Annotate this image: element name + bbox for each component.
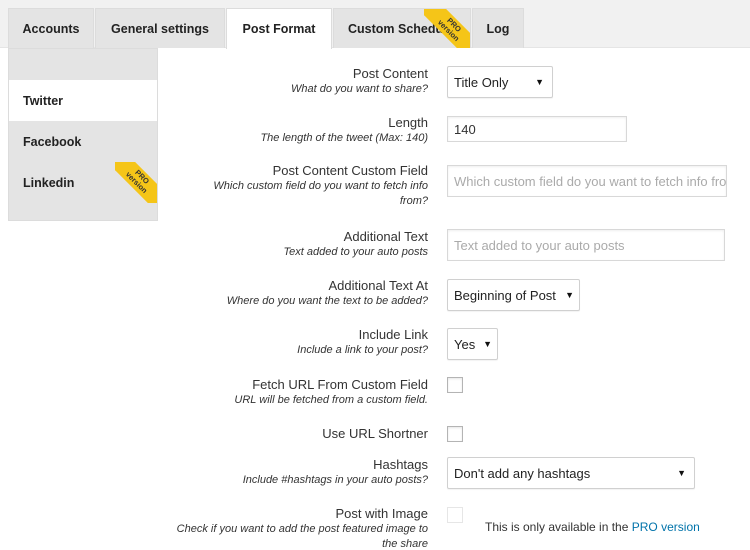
post-content-select[interactable]: Title Only ▼: [447, 66, 553, 98]
fetch-url-desc: URL will be fetched from a custom field.: [234, 394, 428, 406]
additional-text-input[interactable]: Text added to your auto posts: [447, 229, 725, 261]
include-link-desc: Include a link to your post?: [297, 344, 428, 356]
url-shortner-label: Use URL Shortner: [322, 426, 428, 441]
custom-field-label: Post Content Custom Field: [272, 163, 428, 178]
chevron-down-icon: ▼: [535, 77, 544, 87]
pro-ribbon-line2: version: [123, 169, 150, 196]
pro-version-link[interactable]: PRO version: [632, 520, 700, 534]
length-desc: The length of the tweet (Max: 140): [260, 132, 428, 144]
additional-text-at-label: Additional Text At: [328, 278, 429, 293]
tab-accounts-label: Accounts: [22, 21, 80, 36]
post-with-image-checkbox: [447, 507, 463, 523]
include-link-label: Include Link: [358, 327, 428, 342]
sidebar-item-label: Linkedin: [23, 175, 75, 190]
fetch-url-label: Fetch URL From Custom Field: [252, 377, 428, 392]
tab-general-settings-label: General settings: [111, 21, 209, 36]
tab-custom-schedule-label: Custom Schedule: [348, 21, 454, 36]
post-content-desc: What do you want to share?: [291, 83, 428, 95]
tab-post-format[interactable]: Post Format: [226, 8, 332, 49]
additional-text-at-desc: Where do you want the text to be added?: [226, 295, 428, 307]
additional-text-placeholder: Text added to your auto posts: [454, 237, 625, 253]
tab-custom-schedule[interactable]: Custom Schedule PRO version: [333, 8, 471, 48]
tab-post-format-label: Post Format: [242, 22, 316, 36]
length-value: 140: [454, 121, 476, 137]
url-shortner-checkbox[interactable]: [447, 426, 463, 442]
chevron-down-icon: ▼: [677, 468, 686, 478]
length-label: Length: [388, 115, 428, 130]
post-with-image-desc: Check if you want to add the post featur…: [176, 523, 428, 550]
post-content-label: Post Content: [352, 66, 428, 81]
tab-log[interactable]: Log: [472, 8, 524, 48]
hashtags-select[interactable]: Don't add any hashtags ▼: [447, 457, 695, 489]
custom-field-desc: Which custom field do you want to fetch …: [213, 180, 428, 207]
chevron-down-icon: ▼: [565, 290, 574, 300]
tab-general-settings[interactable]: General settings: [95, 8, 225, 48]
fetch-url-checkbox[interactable]: [447, 377, 463, 393]
pro-only-note: This is only available in the PRO versio…: [485, 520, 700, 534]
top-tab-bar: Accounts General settings Post Format Cu…: [0, 0, 750, 49]
post-with-image-label: Post with Image: [335, 506, 429, 521]
hashtags-value: Don't add any hashtags: [454, 465, 591, 481]
post-content-value: Title Only: [454, 74, 509, 90]
tab-accounts[interactable]: Accounts: [8, 8, 94, 48]
hashtags-label: Hashtags: [373, 457, 428, 472]
additional-text-at-value: Beginning of Post: [454, 287, 556, 303]
additional-text-at-select[interactable]: Beginning of Post ▼: [447, 279, 580, 311]
additional-text-label: Additional Text: [343, 229, 428, 244]
custom-field-input[interactable]: Which custom field do you want to fetch …: [447, 165, 727, 197]
network-sidebar: Twitter Facebook Linkedin PRO version: [8, 48, 158, 221]
chevron-down-icon: ▼: [483, 339, 492, 349]
include-link-value: Yes: [454, 336, 476, 352]
hashtags-desc: Include #hashtags in your auto posts?: [242, 474, 428, 486]
custom-field-placeholder: Which custom field do you want to fetch …: [454, 173, 727, 189]
include-link-select[interactable]: Yes ▼: [447, 328, 498, 360]
sidebar-item-label: Facebook: [23, 134, 82, 149]
pro-ribbon: PRO version: [115, 162, 157, 203]
additional-text-desc: Text added to your auto posts: [283, 246, 428, 258]
pro-ribbon-line1: PRO: [133, 167, 152, 186]
length-input[interactable]: 140: [447, 116, 627, 142]
tab-log-label: Log: [486, 21, 510, 36]
sidebar-item-facebook[interactable]: Facebook: [9, 121, 157, 162]
sidebar-item-twitter[interactable]: Twitter: [9, 80, 157, 121]
sidebar-item-label: Twitter: [23, 93, 64, 108]
pro-only-note-text: This is only available in the: [485, 520, 629, 534]
sidebar-item-linkedin[interactable]: Linkedin PRO version: [9, 162, 157, 203]
